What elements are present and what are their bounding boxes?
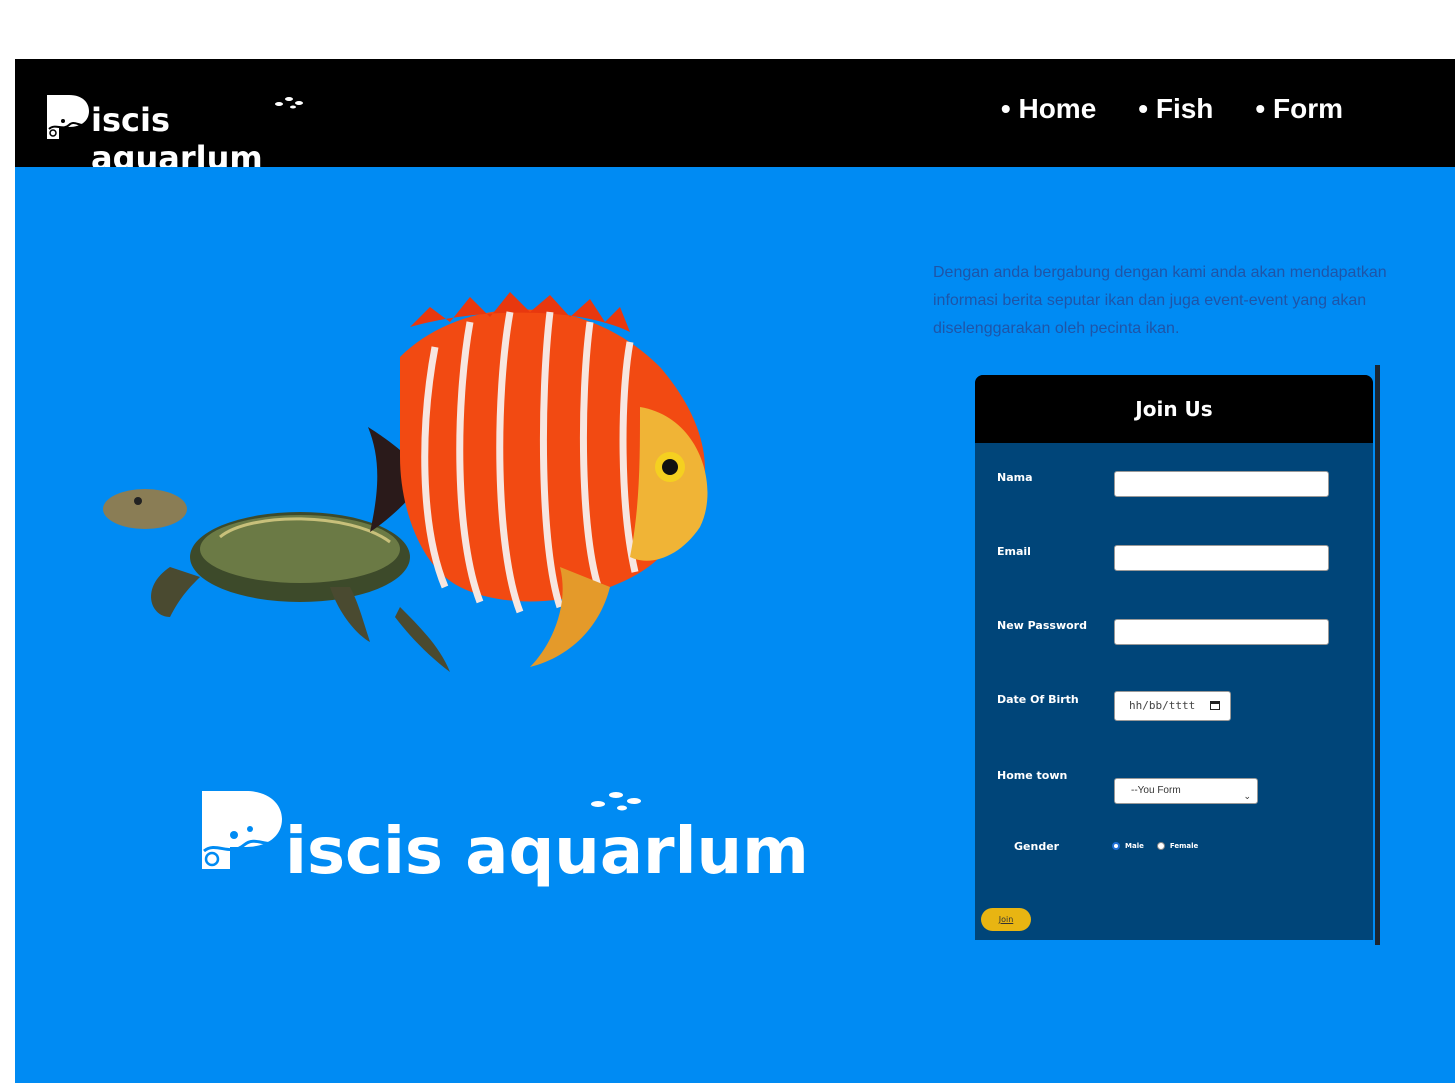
hero-section: iscis aquarlum Dengan anda bergabung den… [15,167,1455,1083]
hero-brand-logo: iscis aquarlum [200,787,809,897]
gender-male-radio[interactable] [1112,842,1120,850]
join-form: Join Us Nama Email New Password Date Of … [975,375,1373,940]
password-input[interactable] [1114,619,1329,645]
form-title: Join Us [975,375,1373,443]
brand-logo[interactable]: iscis aquarlum [45,89,345,177]
nama-input[interactable] [1114,471,1329,497]
navbar: iscis aquarlum • Home • Fish • Form [15,59,1455,177]
nama-label: Nama [997,471,1033,484]
intro-paragraph: Dengan anda bergabung dengan kami anda a… [933,264,1387,337]
hero-fish-school-icon [591,792,641,811]
hometown-selected: --You Form [1131,785,1181,796]
dob-placeholder: hh/bb/tttt [1129,699,1196,712]
gender-label: Gender [1014,840,1060,853]
nav-home[interactable]: • Home [1001,93,1096,125]
dob-input[interactable]: hh/bb/tttt [1114,691,1231,721]
turtle-image [103,489,450,672]
turtle-and-fish-illustration [103,292,708,672]
email-input[interactable] [1114,545,1329,571]
nav-menu: • Home • Fish • Form [1001,93,1343,125]
nav-form[interactable]: • Form [1255,93,1343,125]
gender-female-label: Female [1169,842,1199,850]
gender-female-radio[interactable] [1156,842,1165,850]
angelfish-image [368,292,708,667]
hometown-select[interactable]: --You Form ⌄ [1114,778,1258,804]
chevron-down-icon: ⌄ [1243,791,1251,801]
calendar-icon[interactable] [1210,701,1220,710]
hero-brand-name: iscis aquarlum [285,815,809,889]
nav-fish[interactable]: • Fish [1138,93,1213,125]
dob-label: Date Of Birth [997,693,1079,706]
hero-logo-p-glyph [202,791,282,869]
brand-name: iscis aquarlum [91,101,263,177]
gender-radio-group: Male Female [1112,842,1198,850]
logo-p-glyph [47,95,89,139]
password-label: New Password [997,619,1087,632]
email-label: Email [997,545,1031,558]
form-shadow [1375,365,1380,945]
hometown-label: Home town [997,769,1068,782]
join-button[interactable]: Join [981,908,1031,931]
gender-male-label: Male [1125,842,1144,850]
